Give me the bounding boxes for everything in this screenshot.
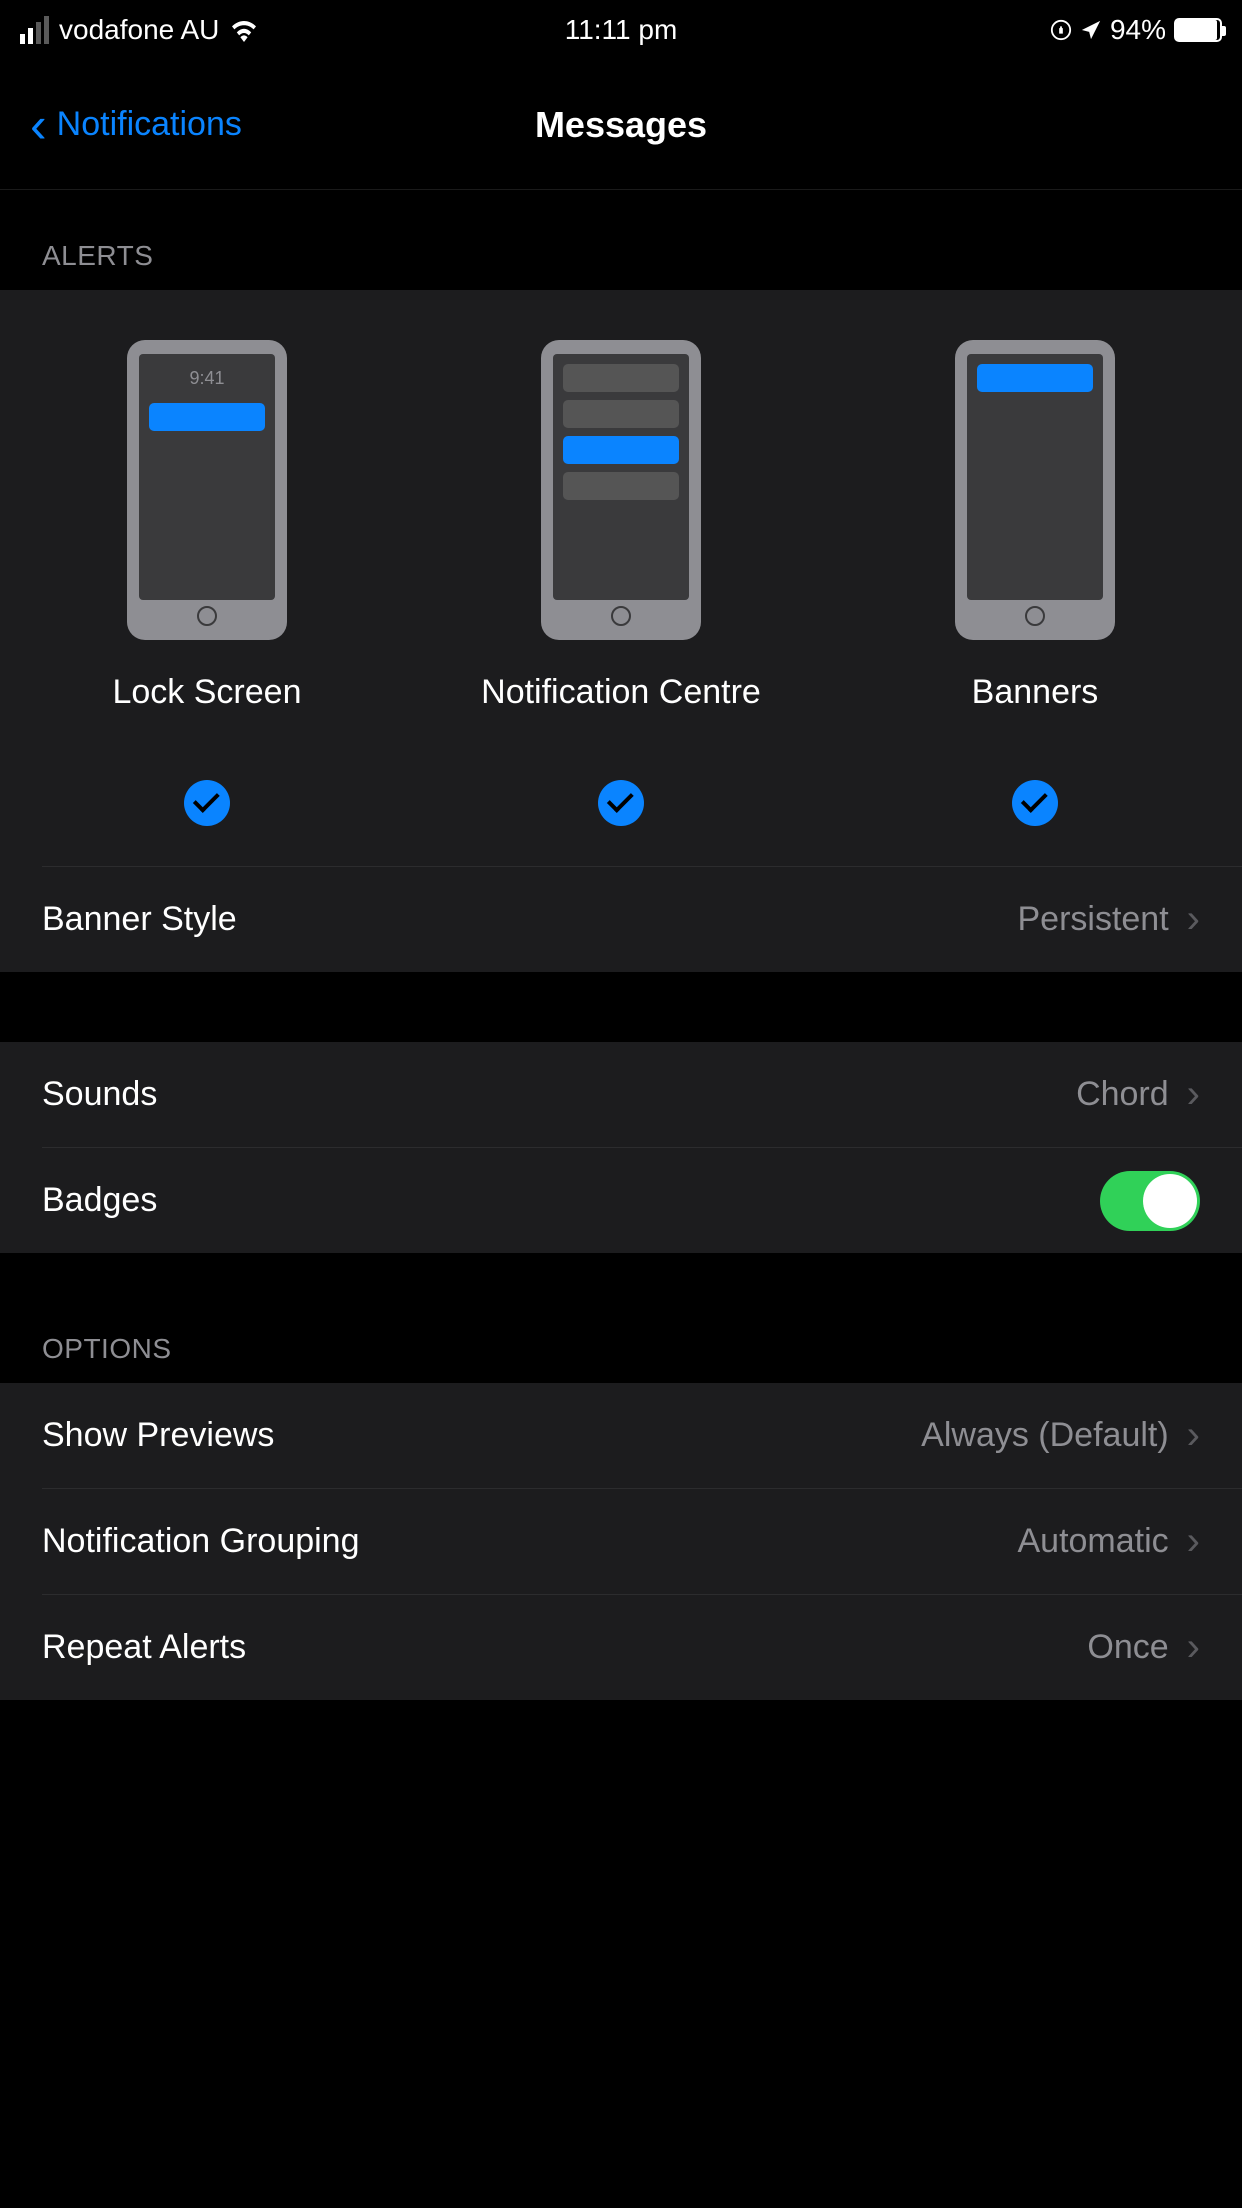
notification-grouping-row[interactable]: Notification Grouping Automatic › [0, 1489, 1242, 1594]
cell-value: Once [1087, 1628, 1168, 1667]
status-bar: vodafone AU 11:11 pm 94% [0, 0, 1242, 60]
orientation-lock-icon [1050, 19, 1072, 41]
sounds-row[interactable]: Sounds Chord › [0, 1042, 1242, 1147]
alert-type-label: Notification Centre [481, 670, 761, 760]
cell-label: Badges [42, 1181, 1100, 1220]
battery-pct-label: 94% [1110, 14, 1166, 46]
carrier-label: vodafone AU [59, 14, 219, 46]
cell-value: Persistent [1017, 900, 1168, 939]
battery-icon [1174, 18, 1222, 42]
cell-label: Repeat Alerts [42, 1628, 1087, 1667]
alert-type-label: Banners [972, 670, 1099, 760]
lock-screen-icon: 9:41 [127, 340, 287, 640]
cell-label: Sounds [42, 1075, 1076, 1114]
cell-label: Banner Style [42, 900, 1017, 939]
banner-style-row[interactable]: Banner Style Persistent › [0, 867, 1242, 972]
alerts-panel: 9:41 Lock Screen Notification Centre [0, 290, 1242, 972]
wifi-icon [229, 18, 259, 42]
show-previews-row[interactable]: Show Previews Always (Default) › [0, 1383, 1242, 1488]
cell-value: Chord [1076, 1075, 1169, 1114]
location-icon [1080, 19, 1102, 41]
back-label: Notifications [57, 105, 242, 144]
nav-bar: ‹ Notifications Messages [0, 60, 1242, 190]
chevron-right-icon: › [1187, 1072, 1200, 1117]
notification-centre-icon [541, 340, 701, 640]
clock-label: 11:11 pm [421, 14, 822, 46]
options-section-header: OPTIONS [0, 1253, 1242, 1383]
alert-type-notification-centre[interactable]: Notification Centre [416, 340, 826, 826]
repeat-alerts-row[interactable]: Repeat Alerts Once › [0, 1595, 1242, 1700]
chevron-right-icon: › [1187, 897, 1200, 942]
chevron-right-icon: › [1187, 1625, 1200, 1670]
banners-icon [955, 340, 1115, 640]
alert-type-banners[interactable]: Banners [830, 340, 1240, 826]
back-button[interactable]: ‹ Notifications [30, 100, 242, 150]
cell-label: Notification Grouping [42, 1522, 1017, 1561]
cell-value: Always (Default) [921, 1416, 1169, 1455]
badges-row: Badges [0, 1148, 1242, 1253]
cell-label: Show Previews [42, 1416, 921, 1455]
chevron-right-icon: › [1187, 1519, 1200, 1564]
alert-type-label: Lock Screen [112, 670, 301, 760]
chevron-left-icon: ‹ [30, 100, 47, 150]
badges-toggle[interactable] [1100, 1171, 1200, 1231]
checkmark-icon [184, 780, 230, 826]
checkmark-icon [1012, 780, 1058, 826]
alerts-section-header: ALERTS [0, 190, 1242, 290]
page-title: Messages [535, 104, 707, 146]
checkmark-icon [598, 780, 644, 826]
signal-icon [20, 16, 49, 44]
chevron-right-icon: › [1187, 1413, 1200, 1458]
alert-type-lock-screen[interactable]: 9:41 Lock Screen [2, 340, 412, 826]
cell-value: Automatic [1017, 1522, 1168, 1561]
